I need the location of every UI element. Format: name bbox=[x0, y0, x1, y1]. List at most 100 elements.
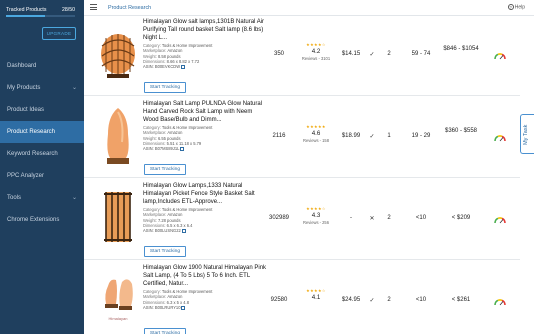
sidebar-item-keyword-research[interactable]: Keyword Research bbox=[0, 143, 84, 165]
product-marketplace-label: Marketplace: bbox=[143, 294, 167, 300]
svg-text:Himalayan: Himalayan bbox=[109, 316, 128, 321]
product-image[interactable]: Himalayan bbox=[98, 266, 138, 334]
product-image[interactable] bbox=[98, 102, 138, 170]
product-info: Himalayan Glow Lamps,1333 Natural Himala… bbox=[143, 182, 267, 234]
product-dimensions-label: Dimensions: bbox=[143, 299, 166, 305]
chevron-down-icon: ⌄ bbox=[71, 85, 77, 91]
product-rank: 2116 bbox=[272, 133, 286, 139]
table-row: Himalayan Glow Lamps,1333 Natural Himala… bbox=[84, 180, 520, 260]
sidebar-item-product-research[interactable]: Product Research bbox=[0, 121, 84, 143]
review-count-value: 256 bbox=[322, 220, 329, 225]
product-image[interactable] bbox=[98, 20, 138, 88]
product-marketplace-value: Amazon bbox=[167, 212, 183, 218]
estimated-sales: 19 - 29 bbox=[411, 133, 431, 139]
start-tracking-button[interactable]: Start Tracking bbox=[144, 164, 186, 175]
sidebar-item-dashboard[interactable]: Dashboard bbox=[0, 55, 84, 77]
hamburger-menu-icon[interactable] bbox=[90, 4, 97, 10]
product-dimensions-value: 5.51 x 11.18 x 5.79 bbox=[166, 140, 202, 146]
product-rating: ★★★★★ 4.6 Reviews - 158 bbox=[301, 124, 331, 144]
product-category-label: Category: bbox=[143, 289, 161, 294]
fba-status-icon: ✓ bbox=[369, 52, 375, 58]
product-rank: 350 bbox=[273, 51, 284, 57]
question-circle-icon: ? bbox=[507, 4, 514, 10]
competition-gauge-icon bbox=[493, 133, 507, 143]
product-dimensions-value: 6.3 x 5 x 4.8 bbox=[166, 299, 189, 305]
asin-label: ASIN: bbox=[143, 228, 154, 234]
product-dimensions-label: Dimensions: bbox=[143, 58, 166, 64]
sidebar-item-product-ideas[interactable]: Product Ideas bbox=[0, 99, 84, 121]
rating-value: 4.3 bbox=[311, 212, 321, 219]
review-count-label: Reviews - bbox=[303, 220, 321, 225]
product-price: - bbox=[350, 215, 352, 221]
product-title[interactable]: Himalayan Glow Lamps,1333 Natural Himala… bbox=[143, 182, 267, 207]
external-link-icon[interactable] bbox=[181, 65, 186, 70]
product-weight-value: 6.55 pounds bbox=[157, 135, 181, 141]
fba-status-icon: ✓ bbox=[369, 134, 375, 140]
sidebar-nav: Dashboard My Products ⌄ Product Ideas Produc… bbox=[0, 55, 84, 231]
product-thumbnail: Himalayan bbox=[105, 279, 133, 321]
review-count-value: 3101 bbox=[321, 56, 331, 61]
review-count: Reviews - 3101 bbox=[301, 56, 331, 62]
review-count-label: Reviews - bbox=[303, 138, 321, 143]
external-link-icon[interactable] bbox=[181, 229, 186, 234]
sidebar-item-ppc-analyzer[interactable]: PPC Analyzer bbox=[0, 165, 84, 187]
product-asin[interactable]: ASIN: B00LRURY10 bbox=[143, 305, 267, 311]
product-asin[interactable]: ASIN: B00EVKCDW bbox=[143, 64, 267, 70]
product-thumbnail bbox=[107, 108, 129, 164]
start-tracking-button[interactable]: Start Tracking bbox=[144, 246, 186, 257]
start-tracking-button[interactable]: Start Tracking bbox=[144, 82, 186, 93]
product-title[interactable]: Himalayan Glow salt lamps,1301B Natural … bbox=[143, 18, 267, 43]
product-rank: 302989 bbox=[268, 215, 290, 221]
rating-value: 4.1 bbox=[311, 294, 321, 301]
rating-value: 4.2 bbox=[311, 48, 321, 55]
sidebar-item-chrome-extensions[interactable]: Chrome Extensions bbox=[0, 209, 84, 231]
asin-label: ASIN: bbox=[143, 304, 154, 310]
product-price: $14.15 bbox=[341, 51, 361, 57]
sidebar-item-label: Product Ideas bbox=[7, 107, 45, 113]
asin-value: B00LUSNG22 bbox=[154, 228, 181, 234]
help-label: Help bbox=[514, 4, 525, 11]
product-rating: ★★★★☆ 4.1 bbox=[301, 288, 331, 302]
product-category-value: Tools & Home Improvement bbox=[161, 125, 213, 130]
fba-status-icon: ✕ bbox=[369, 216, 375, 222]
product-weight-label: Weight: bbox=[143, 217, 157, 223]
tracked-progress-bar bbox=[6, 15, 75, 17]
estimated-revenue: < $261 bbox=[451, 297, 471, 303]
seller-count: 2 bbox=[387, 297, 391, 303]
page-title: Product Research bbox=[108, 5, 152, 11]
product-title[interactable]: Himalayan Glow 1900 Natural Himalayan Pi… bbox=[143, 264, 267, 289]
external-link-icon[interactable] bbox=[180, 147, 185, 152]
review-count: Reviews - 158 bbox=[301, 138, 331, 144]
product-weight-value: 8.58 pounds bbox=[157, 53, 181, 59]
upgrade-button[interactable]: UPGRADE bbox=[42, 27, 76, 40]
product-marketplace-value: Amazon bbox=[167, 294, 183, 300]
start-tracking-button[interactable]: Start Tracking bbox=[144, 328, 186, 334]
product-marketplace-label: Marketplace: bbox=[143, 130, 167, 136]
table-row: Himalayan Glow salt lamps,1301B Natural … bbox=[84, 16, 520, 96]
product-weight-label: Weight: bbox=[143, 53, 157, 59]
product-marketplace-value: Amazon bbox=[167, 130, 183, 136]
my-task-label: My Task bbox=[523, 124, 529, 145]
product-image[interactable] bbox=[98, 184, 138, 252]
product-dimensions-value: 8.66 x 8.82 x 7.72 bbox=[166, 58, 200, 64]
sidebar-item-label: PPC Analyzer bbox=[7, 173, 45, 179]
estimated-sales: <10 bbox=[415, 215, 427, 221]
product-category-value: Tools & Home Improvement bbox=[161, 43, 213, 48]
external-link-icon[interactable] bbox=[181, 305, 186, 310]
help-link[interactable]: ? Help bbox=[507, 4, 525, 11]
product-rank: 92580 bbox=[270, 297, 288, 303]
my-task-tab[interactable]: My Task bbox=[520, 114, 534, 154]
product-title[interactable]: Himalayan Salt Lamp PULNDA Glow Natural … bbox=[143, 100, 267, 125]
sidebar-item-label: Chrome Extensions bbox=[7, 217, 60, 223]
seller-count: 2 bbox=[387, 215, 391, 221]
sidebar-item-label: Dashboard bbox=[7, 63, 37, 69]
product-asin[interactable]: ASIN: B00LUSNG22 bbox=[143, 228, 267, 234]
review-count: Reviews - 256 bbox=[301, 220, 331, 226]
asin-label: ASIN: bbox=[143, 146, 154, 152]
review-count-value: 158 bbox=[322, 138, 329, 143]
product-rating: ★★★★☆ 4.3 Reviews - 256 bbox=[301, 206, 331, 226]
sidebar-item-my-products[interactable]: My Products ⌄ bbox=[0, 77, 84, 99]
product-asin[interactable]: ASIN: B07MS89J1L bbox=[143, 146, 267, 152]
estimated-revenue: $846 - $1054 bbox=[443, 46, 479, 52]
sidebar-item-tools[interactable]: Tools ⌄ bbox=[0, 187, 84, 209]
